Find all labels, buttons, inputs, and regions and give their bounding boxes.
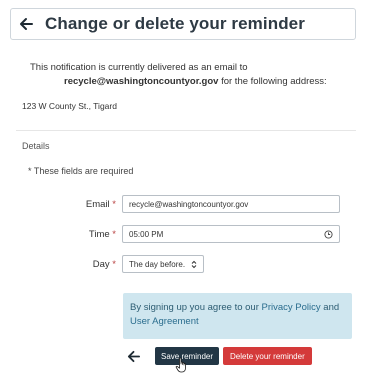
day-select[interactable]: The day before.	[122, 255, 205, 273]
time-value: 05:00 PM	[129, 229, 164, 239]
notice-line-2-suffix: for the following address:	[218, 76, 327, 87]
back-button[interactable]	[123, 346, 143, 366]
details-heading: Details	[22, 141, 50, 151]
updown-chevron-icon	[191, 260, 197, 268]
required-marker: *	[112, 198, 116, 210]
hand-pointer-icon	[175, 357, 186, 373]
terms-and: and	[320, 302, 340, 313]
time-row: Time * 05:00 PM	[46, 225, 340, 243]
terms-info-box: By signing up you agree to our Privacy P…	[123, 293, 352, 339]
terms-prefix: By signing up you agree to our	[130, 302, 262, 313]
email-row: Email *	[46, 195, 340, 213]
reminder-page: Change or delete your reminder This noti…	[0, 0, 366, 374]
required-marker: *	[112, 228, 116, 240]
arrow-left-icon	[20, 18, 33, 30]
delivery-notice: This notification is currently delivered…	[30, 61, 350, 89]
time-field[interactable]: 05:00 PM	[122, 225, 340, 243]
page-title: Change or delete your reminder	[45, 14, 305, 33]
notice-line-1: This notification is currently delivered…	[30, 62, 248, 73]
header-back-button[interactable]	[11, 9, 41, 39]
address-text: 123 W County St., Tigard	[22, 101, 117, 111]
email-label: Email *	[85, 198, 116, 210]
day-label: Day *	[92, 258, 116, 270]
email-field[interactable]	[122, 195, 340, 213]
required-marker: *	[112, 258, 116, 270]
delete-reminder-button[interactable]: Delete your reminder	[223, 347, 312, 365]
action-bar: Save reminder Delete your reminder	[123, 346, 312, 373]
notice-email: recycle@washingtoncountyor.gov	[64, 76, 219, 87]
day-selected-value: The day before.	[129, 259, 186, 269]
notice-line-2: recycle@washingtoncountyor.gov for the f…	[30, 75, 350, 89]
user-agreement-link[interactable]: User Agreement	[130, 316, 199, 327]
privacy-policy-link[interactable]: Privacy Policy	[262, 302, 321, 313]
arrow-left-icon	[127, 350, 140, 362]
time-label: Time *	[88, 228, 116, 240]
save-reminder-button[interactable]: Save reminder	[155, 347, 220, 373]
day-row: Day * The day before.	[46, 255, 205, 273]
required-fields-note: * These fields are required	[28, 166, 134, 176]
clock-icon[interactable]	[324, 229, 333, 239]
section-divider	[16, 130, 356, 131]
header-bar: Change or delete your reminder	[10, 8, 356, 40]
